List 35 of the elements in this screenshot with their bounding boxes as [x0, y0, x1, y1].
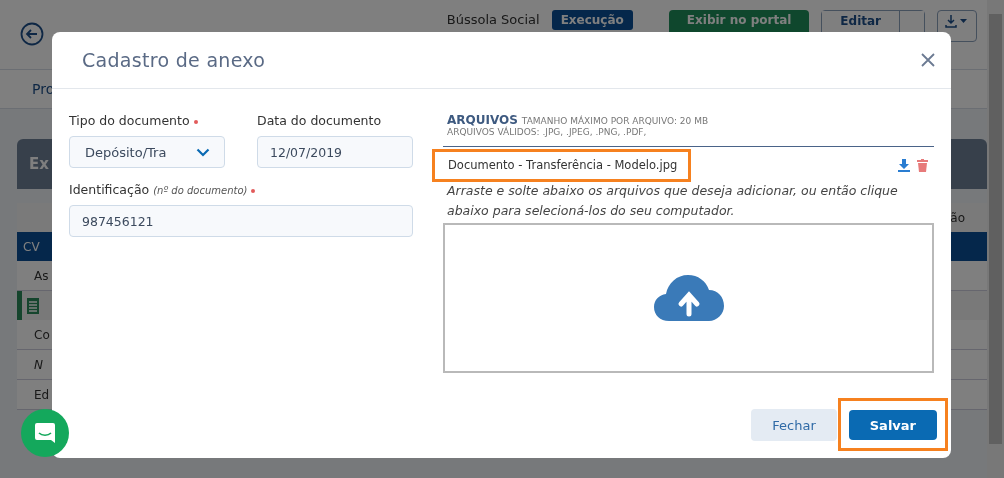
size-limit-text: TAMANHO MÁXIMO POR ARQUIVO: 20 MB: [521, 116, 709, 126]
close-button[interactable]: [919, 51, 937, 69]
files-heading: ARQUIVOS: [447, 113, 518, 127]
close-text-button[interactable]: Fechar: [751, 409, 837, 441]
chat-button[interactable]: [21, 409, 69, 457]
download-button[interactable]: [937, 10, 977, 42]
field-label: Identificação (nº do documento): [69, 182, 413, 197]
field-label: Tipo do documento: [69, 113, 225, 128]
table-cell: Co: [34, 327, 50, 342]
modal-title: Cadastro de anexo: [82, 49, 266, 71]
file-name[interactable]: Documento - Transferência - Modelo.jpg: [448, 158, 678, 172]
brand-label: Bússola Social: [446, 12, 540, 27]
card-title: Ex: [29, 155, 49, 173]
input-field[interactable]: 987456121: [69, 205, 413, 237]
column-header: ão: [950, 210, 965, 225]
download-icon: [944, 13, 970, 29]
chat-icon: [34, 422, 56, 444]
table-cell: Ed: [34, 387, 50, 402]
save-button[interactable]: Salvar: [848, 410, 937, 440]
chevron-down-icon: [196, 147, 210, 157]
download-icon[interactable]: [898, 158, 910, 172]
cloud-upload-icon: [652, 274, 725, 322]
status-badge: Execução: [551, 10, 633, 30]
instruction-text: Arraste e solte abaixo os arquivos que deseja adicionar, ou então clique abaixo para selecioná-los do seu computador.: [445, 182, 899, 220]
select-field[interactable]: Depósito/Tra: [69, 136, 225, 168]
back-icon[interactable]: [20, 22, 44, 46]
valid-types-text: ARQUIVOS VÁLIDOS: .JPG, .JPEG, .PNG, .PDF,: [447, 127, 648, 137]
input-field[interactable]: 12/07/2019: [257, 136, 413, 168]
column-header: CV: [23, 239, 40, 254]
drop-zone[interactable]: [443, 223, 934, 373]
field-label: Data do documento: [257, 113, 383, 128]
table-cell: As: [34, 268, 49, 283]
receipt-icon: [26, 296, 40, 315]
trash-icon[interactable]: [917, 158, 928, 172]
table-cell: N: [34, 357, 43, 372]
